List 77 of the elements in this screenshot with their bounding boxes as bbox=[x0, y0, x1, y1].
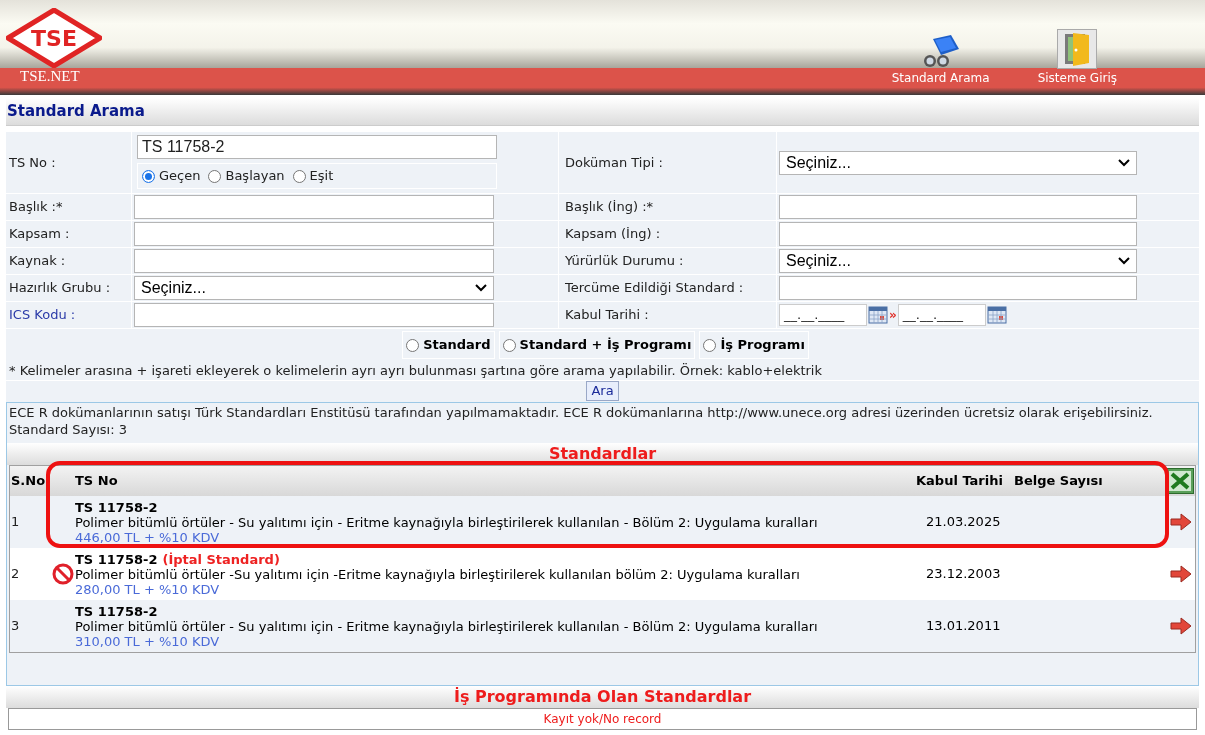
standard-number: TS 11758-2 bbox=[75, 499, 158, 515]
calendar-icon[interactable] bbox=[868, 306, 888, 324]
field-label: Hazırlık Grubu : bbox=[9, 279, 111, 298]
chevron-down-icon bbox=[475, 284, 487, 292]
table-cell-text: 21.03.2025 bbox=[925, 513, 1002, 532]
standard-number: TS 11758-2 bbox=[75, 551, 158, 567]
page-title: Standard Arama bbox=[6, 101, 145, 123]
column-header: S.No bbox=[10, 472, 47, 491]
text-field[interactable] bbox=[779, 222, 1137, 246]
door-icon[interactable] bbox=[1057, 29, 1098, 69]
arrow-right-icon[interactable] bbox=[1170, 513, 1192, 531]
dropdown[interactable]: Seçiniz... bbox=[779, 150, 1137, 175]
field-label: TS No : bbox=[9, 153, 56, 172]
price-text: 280,00 TL + %10 KDV bbox=[75, 581, 221, 597]
result-row[interactable]: 2 TS 11758-2 (İptal Standard) Polimer bitümlü örtüler -Su yalıtımı için -Eritme kaynağıyla birleştirilerek kullanılan bölüm 2: Uygulama kuralları 280,00 TL + %10 KDV 23.12.2003 bbox=[10, 548, 1195, 600]
date-field[interactable]: __.__.____ bbox=[897, 304, 986, 326]
field-link[interactable]: ICS Kodu : bbox=[9, 305, 76, 325]
nav-link[interactable]: Sisteme Giriş bbox=[1037, 70, 1117, 86]
radio-button[interactable] bbox=[703, 338, 717, 352]
radio-label[interactable]: Geçen bbox=[159, 166, 201, 186]
range-separator: » bbox=[889, 307, 897, 324]
calendar-icon[interactable] bbox=[986, 306, 1007, 324]
chevron-down-icon bbox=[1118, 257, 1130, 265]
field-label: Kapsam (İng) : bbox=[565, 225, 661, 244]
field-label: Doküman Tipi : bbox=[565, 153, 663, 172]
radio-label[interactable]: Eşit bbox=[309, 166, 334, 186]
search-button[interactable]: Ara bbox=[586, 381, 619, 401]
field-label: Tercüme Edildiği Standard : bbox=[565, 279, 744, 298]
price-text: 446,00 TL + %10 KDV bbox=[75, 529, 221, 545]
dropdown[interactable]: Seçiniz... bbox=[134, 276, 494, 300]
standard-title: Polimer bitümlü örtüler -Su yalıtımı için -Eritme kaynağıyla birleştirilerek kullanılan bölüm 2: Uygulama kuralları bbox=[75, 566, 801, 582]
search-hint: * Kelimeler arasına + işareti ekleyerek o kelimelerin ayrı ayrı bulunması şartına göre arama yapılabilir. Örnek: kablo+elektrik bbox=[6, 361, 1199, 381]
notice-text: ECE R dokümanlarının satışı Türk Standardları Enstitüsü tarafından yapılmamaktadır. ECE R dokümanlarına http://www.unece.org adresi üzerinden ücretsiz olarak erişebilirsiniz. bbox=[8, 404, 1154, 421]
column-header: TS No bbox=[75, 472, 119, 491]
section-title: Standardlar bbox=[548, 443, 657, 465]
ts-no-field[interactable]: TS 11758-2 bbox=[137, 135, 497, 159]
text-field[interactable] bbox=[779, 276, 1137, 300]
arrow-right-icon[interactable] bbox=[1170, 565, 1192, 583]
site-name: TSE.NET bbox=[19, 67, 81, 85]
radio-button[interactable] bbox=[406, 338, 420, 352]
table-cell-text: 3 bbox=[10, 617, 21, 636]
table-cell-text: 1 bbox=[10, 513, 21, 532]
nav-link[interactable]: Standard Arama bbox=[891, 70, 990, 86]
table-cell-text: 23.12.2003 bbox=[925, 565, 1002, 584]
field-label: Başlık (İng) :* bbox=[565, 198, 654, 217]
section-title: İş Programında Olan Standardlar bbox=[453, 686, 752, 708]
cancelled-label: (İptal Standard) bbox=[162, 551, 280, 567]
radio-button[interactable] bbox=[502, 338, 516, 352]
radio-button[interactable] bbox=[142, 169, 155, 183]
radio-button[interactable] bbox=[208, 169, 222, 183]
arrow-right-icon[interactable] bbox=[1170, 617, 1192, 635]
standard-title: Polimer bitümlü örtüler - Su yalıtımı için - Eritme kaynağıyla birleştirilerek kullanılan - Bölüm 2: Uygulama kuralları bbox=[75, 514, 819, 530]
dropdown[interactable]: Seçiniz... bbox=[779, 249, 1137, 273]
field-label: Yürürlük Durumu : bbox=[565, 252, 684, 271]
radio-button[interactable] bbox=[292, 169, 306, 183]
date-field[interactable]: __.__.____ bbox=[779, 304, 867, 326]
radio-label[interactable]: Başlayan bbox=[225, 166, 285, 186]
standard-number: TS 11758-2 bbox=[75, 603, 158, 619]
result-count: Standard Sayısı: 3 bbox=[8, 421, 128, 438]
column-header: Belge Sayısı bbox=[1014, 472, 1104, 491]
text-field[interactable] bbox=[134, 303, 494, 327]
text-field[interactable] bbox=[134, 249, 494, 273]
field-label: Başlık :* bbox=[9, 198, 63, 217]
field-label: Kapsam : bbox=[9, 225, 70, 244]
empty-message: Kayıt yok/No record bbox=[543, 711, 662, 728]
chevron-down-icon bbox=[1118, 158, 1130, 167]
text-field[interactable] bbox=[134, 222, 494, 246]
table-cell-text: 13.01.2011 bbox=[925, 617, 1002, 636]
text-field[interactable] bbox=[134, 195, 494, 219]
field-label: Kaynak : bbox=[9, 252, 66, 271]
logo[interactable]: TSE bbox=[6, 8, 102, 68]
table-cell-text: 2 bbox=[10, 565, 21, 584]
price-text: 310,00 TL + %10 KDV bbox=[75, 633, 221, 649]
column-header: Kabul Tarihi bbox=[916, 472, 1004, 491]
text-field[interactable] bbox=[779, 195, 1137, 219]
standard-title: Polimer bitümlü örtüler - Su yalıtımı için - Eritme kaynağıyla birleştirilerek kullanılan - Bölüm 2: Uygulama kuralları bbox=[75, 618, 819, 634]
field-label: Kabul Tarihi : bbox=[565, 306, 649, 325]
